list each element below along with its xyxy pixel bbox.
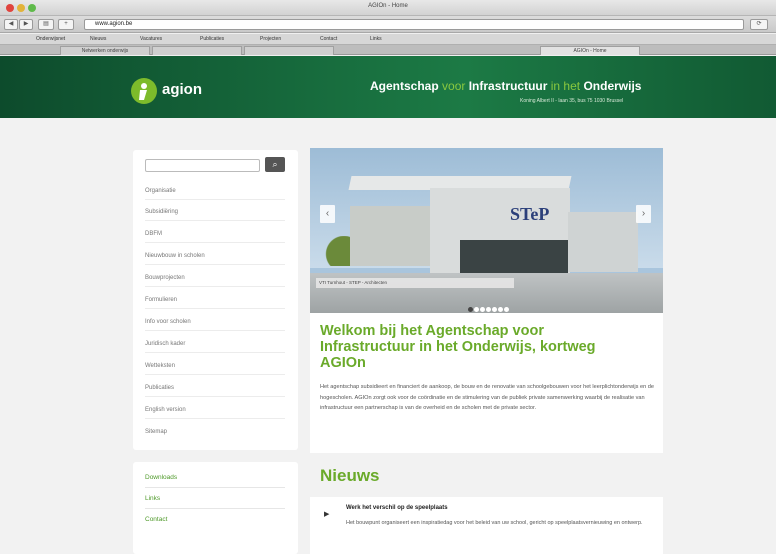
carousel-dot[interactable] [468, 307, 473, 312]
divider [145, 508, 285, 509]
bookmark-item[interactable]: Nieuws [90, 36, 106, 42]
carousel-dot[interactable] [486, 307, 491, 312]
quicklink-downloads[interactable]: Downloads [145, 474, 177, 481]
site-title: Agentschap voor Infrastructuur in het On… [370, 79, 641, 93]
news-heading: Nieuws [320, 466, 380, 485]
carousel-dot[interactable] [480, 307, 485, 312]
bookmark-item[interactable]: Projecten [260, 36, 281, 42]
url-text[interactable]: www.agion.be [95, 21, 132, 27]
window-title: AGIOn - Home [368, 3, 408, 9]
building-ground-floor [460, 240, 568, 276]
news-item-title[interactable]: Werk het verschil op de speelplaats [346, 505, 448, 511]
carousel-prev-icon[interactable]: ‹ [320, 205, 335, 223]
sidebar-item-publicaties[interactable]: Publicaties [145, 381, 285, 397]
title-part: Onderwijs [583, 79, 642, 93]
browser-toolbar: ◀ ▶ ▤ + www.agion.be ⟳ [0, 16, 776, 33]
bookmark-item[interactable]: Links [370, 36, 382, 42]
sidebar-item-sitemap[interactable]: Sitemap [145, 425, 285, 441]
welcome-title: Welkom bij het Agentschap voor Infrastru… [320, 323, 596, 371]
news-item-body: Het bouwpunt organiseert een inspiratied… [346, 520, 643, 526]
header-address: Koning Albert II - laan 35, bus 75 1030 … [520, 98, 624, 104]
reader-icon[interactable]: ⟳ [750, 19, 768, 30]
bookmarks-bar: Onderwijsnet Nieuws Vacatures Publicatie… [0, 34, 776, 45]
bookmark-item[interactable]: Vacatures [140, 36, 162, 42]
carousel-dot[interactable] [492, 307, 497, 312]
browser-tab[interactable] [244, 46, 334, 55]
title-part: Infrastructuur [468, 79, 548, 93]
sidebar-item-info-scholen[interactable]: Info voor scholen [145, 315, 285, 331]
sidebar-item-english[interactable]: English version [145, 403, 285, 419]
tab-bar: Netwerken onderwijs AGIOn - Home [0, 45, 776, 55]
sidebar-item-juridisch[interactable]: Juridisch kader [145, 337, 285, 353]
quicklink-links[interactable]: Links [145, 495, 160, 502]
title-part: in het [550, 79, 581, 93]
logo-text[interactable]: agion [162, 81, 202, 98]
quicklink-contact[interactable]: Contact [145, 516, 167, 523]
play-icon[interactable]: ▶ [324, 510, 329, 518]
welcome-body: Het agentschap subsidieert en financiert… [320, 384, 654, 411]
sidebar-item-formulieren[interactable]: Formulieren [145, 293, 285, 309]
carousel-caption: VTI Turnhout - STEP - Architecten [316, 278, 514, 288]
sidebar-item-bouwprojecten[interactable]: Bouwprojecten [145, 271, 285, 287]
image-carousel[interactable]: STeP [310, 148, 663, 313]
carousel-dot[interactable] [474, 307, 479, 312]
sidebar-item-wetteksten[interactable]: Wetteksten [145, 359, 285, 375]
agion-logo-icon[interactable] [131, 78, 157, 104]
building-right [568, 212, 638, 272]
bookmark-item[interactable]: Onderwijsnet [36, 36, 65, 42]
browser-tab[interactable]: Netwerken onderwijs [60, 46, 150, 55]
carousel-dot[interactable] [498, 307, 503, 312]
title-part: Agentschap [370, 79, 439, 93]
sidebar-item-organisatie[interactable]: Organisatie [145, 184, 285, 200]
sidebar-toggle-icon[interactable]: ▤ [38, 19, 54, 30]
sidebar-item-nieuwbouw[interactable]: Nieuwbouw in scholen [145, 249, 285, 265]
bookmark-item[interactable]: Publicaties [200, 36, 224, 42]
divider [145, 487, 285, 488]
search-button[interactable]: ⌕ [265, 157, 285, 172]
title-part: voor [442, 79, 466, 93]
window-titlebar: AGIOn - Home [0, 0, 776, 16]
bookmark-item[interactable]: Contact [320, 36, 337, 42]
carousel-dot[interactable] [504, 307, 509, 312]
building-side [350, 206, 432, 266]
back-icon[interactable]: ◀ [4, 19, 18, 30]
search-icon: ⌕ [272, 159, 278, 169]
browser-tab[interactable] [152, 46, 242, 55]
address-bar[interactable]: www.agion.be [84, 19, 744, 30]
share-icon[interactable]: + [58, 19, 74, 30]
carousel-next-icon[interactable]: › [636, 205, 651, 223]
sidebar-item-subsidiering[interactable]: Subsidiëring [145, 205, 285, 221]
building-sign: STeP [510, 204, 550, 224]
browser-tab-active[interactable]: AGIOn - Home [540, 46, 640, 55]
carousel-dots [468, 299, 510, 312]
search-input[interactable] [145, 159, 260, 172]
sidebar-item-dbfm[interactable]: DBFM [145, 227, 285, 243]
forward-icon[interactable]: ▶ [19, 19, 33, 30]
